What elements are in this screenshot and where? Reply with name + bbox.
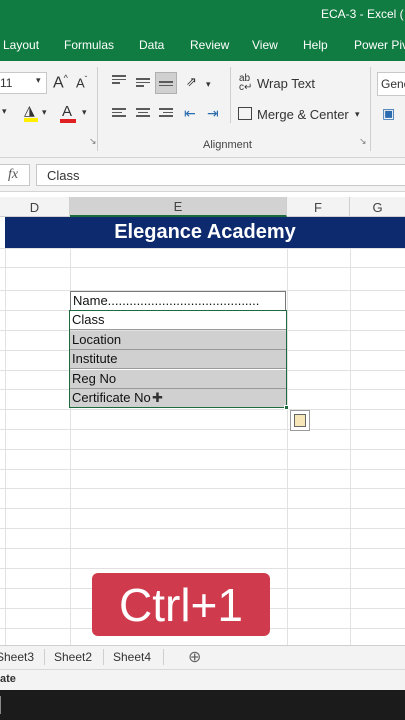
banner-title[interactable]: Elegance Academy: [5, 217, 405, 248]
increase-indent-icon[interactable]: ⇥: [207, 105, 219, 122]
clipboard-icon: [294, 414, 306, 427]
increase-font-icon[interactable]: A^: [53, 73, 68, 92]
insert-function-button[interactable]: fx: [0, 164, 30, 186]
chevron-down-icon: ▾: [42, 107, 47, 117]
merge-center-button[interactable]: Merge & Center: [238, 105, 368, 125]
formula-value: Class: [47, 168, 80, 183]
chevron-down-icon: ▾: [206, 79, 211, 89]
formula-input[interactable]: Class: [36, 164, 405, 186]
chevron-down-icon: ▾: [355, 109, 360, 119]
merge-center-label: Merge & Center: [257, 107, 349, 122]
sheet-tab-sheet4[interactable]: Sheet4: [113, 650, 151, 664]
sheet-tab-sheet2[interactable]: Sheet2: [54, 650, 92, 664]
add-sheet-icon[interactable]: ⊕: [188, 647, 201, 667]
tab-view[interactable]: View: [252, 38, 278, 52]
paste-options-button[interactable]: [290, 410, 310, 431]
tab-formulas[interactable]: Formulas: [64, 38, 114, 52]
wrap-text-button[interactable]: ab c↵ Wrap Text: [239, 74, 319, 94]
dialog-launcher-icon[interactable]: ↘: [89, 136, 97, 147]
title-bar: ECA-3 - Excel (: [0, 0, 405, 30]
cell-institute[interactable]: Institute: [70, 350, 286, 369]
decrease-indent-icon[interactable]: ⇤: [184, 105, 196, 122]
tab-layout[interactable]: Layout: [3, 38, 39, 52]
orientation-icon[interactable]: ⇗: [186, 74, 197, 90]
cell-location[interactable]: Location: [70, 331, 286, 350]
tab-power-pivot[interactable]: Power Piv: [354, 38, 405, 52]
font-size-select[interactable]: 11 ▾: [0, 72, 47, 94]
number-format-select[interactable]: Gene: [377, 72, 405, 96]
cell-reg-no[interactable]: Reg No: [70, 370, 286, 389]
align-left-icon[interactable]: [112, 108, 126, 120]
ribbon-tabs: Layout Formulas Data Review View Help Po…: [0, 30, 405, 61]
fx-icon: fx: [8, 167, 19, 182]
column-header-e[interactable]: E: [70, 197, 287, 217]
cell-name[interactable]: Name....................................…: [70, 291, 286, 310]
number-format-value: Gene: [381, 77, 405, 91]
tab-help[interactable]: Help: [303, 38, 328, 52]
column-header-d[interactable]: D: [0, 197, 70, 217]
align-right-icon[interactable]: [159, 108, 173, 120]
ribbon: 11 ▾ A^ Aˇ ▾ ◮ ▾ A ▾ ↘ ⇗ ▾ ⇤ ⇥ ab c↵ Wrap…: [0, 61, 405, 158]
column-headers: D E F G: [0, 197, 405, 217]
top-align-icon[interactable]: [112, 75, 126, 87]
sheet-tab-sheet3[interactable]: Sheet3: [0, 650, 34, 664]
window-title: ECA-3 - Excel (: [321, 7, 404, 21]
shortcut-badge: Ctrl+1: [92, 573, 270, 636]
font-size-value: 11: [0, 76, 13, 90]
chevron-down-icon: ▾: [2, 106, 7, 116]
font-color-icon[interactable]: A: [60, 103, 76, 123]
cell-class[interactable]: Class: [70, 311, 286, 330]
status-bar: ate: [0, 669, 405, 690]
tab-data[interactable]: Data: [139, 38, 164, 52]
bottom-align-button[interactable]: [155, 72, 177, 94]
dialog-launcher-icon[interactable]: ↘: [359, 136, 367, 147]
merge-icon: [238, 107, 252, 120]
decrease-font-icon[interactable]: Aˇ: [76, 75, 87, 90]
status-text: ate: [0, 673, 16, 685]
formula-bar: fx Class: [0, 158, 405, 192]
align-center-icon[interactable]: [136, 108, 150, 120]
fill-handle[interactable]: [284, 405, 289, 410]
column-header-f[interactable]: F: [287, 197, 350, 217]
accounting-format-icon[interactable]: ▣: [382, 105, 395, 122]
wrap-text-icon: ab c↵: [239, 73, 253, 93]
tab-review[interactable]: Review: [190, 38, 229, 52]
wrap-text-label: Wrap Text: [257, 76, 316, 91]
alignment-group-label: Alignment: [203, 139, 252, 151]
chevron-down-icon: ▾: [36, 75, 41, 85]
chevron-down-icon: ▾: [82, 107, 87, 117]
column-header-g[interactable]: G: [350, 197, 405, 217]
fill-color-icon[interactable]: ◮: [24, 102, 38, 122]
middle-align-icon[interactable]: [136, 78, 150, 90]
cursor-icon: ✚: [152, 390, 163, 405]
taskbar: [0, 690, 405, 720]
sheet-tabs-bar: Sheet3 Sheet2 Sheet4 ⊕: [0, 645, 405, 669]
cell-certificate-no[interactable]: Certificate No: [70, 389, 286, 408]
